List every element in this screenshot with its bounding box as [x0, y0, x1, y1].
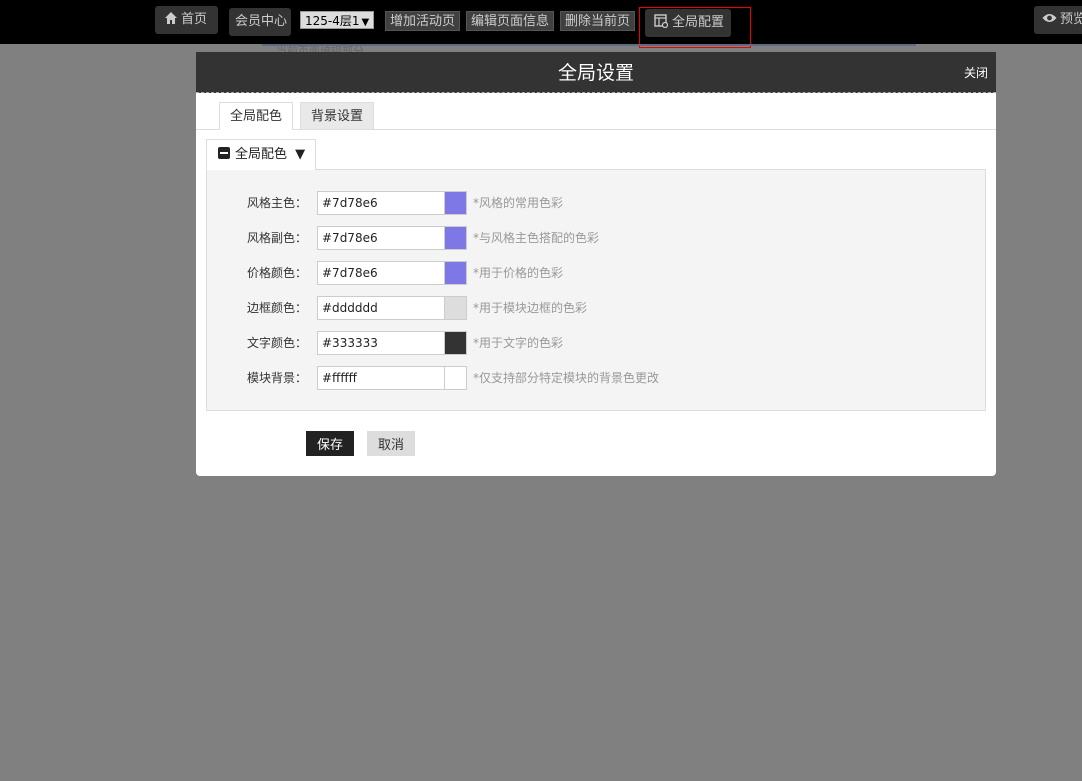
delete-page-label: 删除当前页 — [565, 14, 631, 29]
color-row-hint: *仅支持部分特定模块的背景色更改 — [473, 371, 660, 385]
collapse-icon — [218, 147, 230, 159]
member-center-label: 会员中心 — [235, 14, 288, 29]
color-row-hint: *与风格主色搭配的色彩 — [473, 231, 600, 245]
color-swatch[interactable] — [445, 366, 467, 390]
edit-page-button[interactable]: 编辑页面信息 — [466, 11, 555, 31]
color-row-label: 模块背景： — [247, 371, 308, 385]
modal-header: 全局设置 关闭 — [196, 52, 996, 93]
config-icon — [654, 14, 669, 29]
color-row-label: 文字颜色： — [247, 336, 308, 350]
tab-global-colors[interactable]: 全局配色 — [219, 102, 294, 130]
delete-page-button[interactable]: 删除当前页 — [560, 11, 636, 31]
modal-title: 全局设置 — [557, 62, 634, 84]
text-color-input[interactable] — [317, 331, 445, 355]
preview-label: 预览 — [1060, 12, 1082, 27]
color-row: 价格颜色： *用于价格的色彩 — [207, 261, 987, 285]
color-swatch[interactable] — [445, 296, 467, 320]
edit-page-label: 编辑页面信息 — [471, 14, 550, 29]
color-row: 模块背景： *仅支持部分特定模块的背景色更改 — [207, 366, 987, 390]
home-icon — [165, 12, 177, 24]
color-row-hint: *用于价格的色彩 — [473, 266, 564, 280]
global-settings-modal: 全局设置 关闭 全局配色 背景设置 全局配色 ▼ 风格主色： *风格的常用色彩 … — [196, 52, 996, 476]
page-select-value: 125-4层1 — [305, 14, 360, 28]
cancel-button[interactable]: 取消 — [367, 431, 415, 456]
save-button[interactable]: 保存 — [306, 431, 354, 456]
price-color-input[interactable] — [317, 261, 445, 285]
color-row-hint: *风格的常用色彩 — [473, 196, 564, 210]
member-center-button[interactable]: 会员中心 — [229, 8, 291, 36]
color-row-label: 风格主色： — [247, 196, 308, 210]
global-config-label: 全局配置 — [672, 15, 725, 30]
preview-button[interactable]: 预览 — [1034, 6, 1082, 34]
section-arrow-icon: ▼ — [295, 147, 306, 162]
select-arrow-icon: ▼ — [361, 17, 370, 28]
color-row-label: 价格颜色： — [247, 266, 308, 280]
color-settings-panel: 风格主色： *风格的常用色彩 风格副色： *与风格主色搭配的色彩 价格颜色： *… — [206, 169, 986, 411]
color-row-hint: *用于模块边框的色彩 — [473, 301, 588, 315]
home-button[interactable]: 首页 — [155, 6, 218, 34]
color-swatch[interactable] — [445, 261, 467, 285]
border-color-input[interactable] — [317, 296, 445, 320]
style-secondary-color-input[interactable] — [317, 226, 445, 250]
global-config-button[interactable]: 全局配置 — [645, 9, 731, 37]
color-swatch[interactable] — [445, 331, 467, 355]
close-button[interactable]: 关闭 — [964, 64, 988, 81]
section-toggle[interactable]: 全局配色 ▼ — [206, 139, 317, 170]
top-toolbar: 首页 会员中心 125-4层1 ▼ 增加活动页 编辑页面信息 删除当前页 全局配置… — [0, 0, 1082, 44]
page-select[interactable]: 125-4层1 ▼ — [300, 11, 375, 29]
tab-background-settings[interactable]: 背景设置 — [300, 102, 375, 129]
color-row-label: 边框颜色： — [247, 301, 308, 315]
section-title: 全局配色 — [235, 147, 288, 162]
eye-icon — [1042, 14, 1057, 22]
add-page-label: 增加活动页 — [390, 14, 456, 29]
add-page-button[interactable]: 增加活动页 — [385, 11, 461, 31]
color-row: 风格副色： *与风格主色搭配的色彩 — [207, 226, 987, 250]
color-swatch[interactable] — [445, 226, 467, 250]
color-row: 风格主色： *风格的常用色彩 — [207, 191, 987, 215]
module-background-input[interactable] — [317, 366, 445, 390]
style-main-color-input[interactable] — [317, 191, 445, 215]
color-row-hint: *用于文字的色彩 — [473, 336, 564, 350]
color-swatch[interactable] — [445, 191, 467, 215]
home-label: 首页 — [181, 12, 208, 27]
tab-bar: 全局配色 背景设置 — [196, 102, 996, 130]
color-row: 文字颜色： *用于文字的色彩 — [207, 331, 987, 355]
color-row-label: 风格副色： — [247, 231, 308, 245]
color-row: 边框颜色： *用于模块边框的色彩 — [207, 296, 987, 320]
